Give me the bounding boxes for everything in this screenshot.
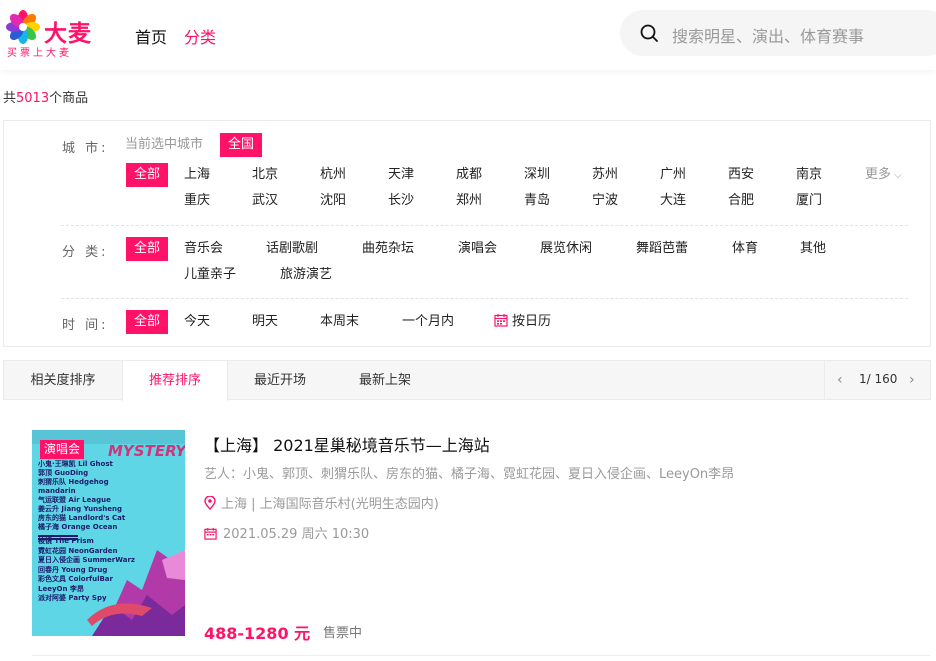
item-price: 488-1280 元 — [204, 624, 311, 643]
item-artists: 艺人：小鬼、郭顶、刺猬乐队、房东的猫、橘子海、霓虹花园、夏日入侵企画、LeeyO… — [204, 467, 735, 482]
tab-recent-start[interactable]: 最近开场 — [228, 361, 332, 400]
logo[interactable]: 大麦 买票上大麦 — [6, 10, 96, 59]
next-page-icon[interactable]: › — [909, 372, 923, 388]
city-option[interactable]: 沈阳 — [320, 189, 346, 213]
calendar-option[interactable]: 按日历 — [494, 310, 551, 334]
count-prefix: 共 — [3, 91, 17, 106]
date-text: 2021.05.29 周六 10:30 — [223, 527, 370, 542]
pager: ‹ 1/ 160 › — [824, 361, 931, 400]
category-option[interactable]: 其他 — [800, 237, 826, 261]
category-option[interactable]: 体育 — [732, 237, 758, 261]
category-label: 分 类: — [62, 245, 109, 260]
city-option[interactable]: 长沙 — [388, 189, 414, 213]
location-pin-icon — [204, 495, 216, 511]
category-option[interactable]: 展览休闲 — [540, 237, 592, 261]
nav-category[interactable]: 分类 — [184, 24, 216, 48]
tab-relevance[interactable]: 相关度排序 — [4, 361, 122, 400]
city-option[interactable]: 苏州 — [592, 163, 618, 187]
divider — [61, 298, 908, 299]
page-indicator: 1/ 160 — [859, 372, 898, 386]
category-option[interactable]: 全部 — [126, 237, 169, 261]
search-input[interactable]: 搜索明星、演出、体育赛事 — [672, 23, 864, 47]
nav-home[interactable]: 首页 — [135, 24, 167, 48]
search-box[interactable]: 搜索明星、演出、体育赛事 — [620, 10, 936, 56]
calendar-icon — [494, 314, 508, 327]
poster-mountain-art — [87, 550, 185, 636]
city-option[interactable]: 天津 — [388, 163, 414, 187]
city-option[interactable]: 青岛 — [524, 189, 550, 213]
more-label: 更多 — [865, 167, 892, 182]
time-option[interactable]: 全部 — [126, 310, 169, 334]
category-option[interactable]: 旅游演艺 — [280, 263, 332, 287]
category-option[interactable]: 演唱会 — [458, 237, 497, 261]
logo-brand: 大麦 — [44, 21, 92, 47]
logo-flower-icon — [6, 10, 40, 44]
time-option[interactable]: 一个月内 — [402, 310, 454, 334]
category-option[interactable]: 音乐会 — [184, 237, 223, 261]
category-option[interactable]: 曲苑杂坛 — [362, 237, 414, 261]
city-option[interactable]: 全部 — [126, 163, 169, 187]
search-icon — [640, 24, 658, 42]
city-option[interactable]: 成都 — [456, 163, 482, 187]
count-suffix: 个商品 — [49, 91, 89, 106]
logo-slogan: 买票上大麦 — [7, 48, 72, 59]
category-option[interactable]: 儿童亲子 — [184, 263, 236, 287]
city-option[interactable]: 大连 — [660, 189, 686, 213]
city-option[interactable]: 北京 — [252, 163, 278, 187]
city-option[interactable]: 重庆 — [184, 189, 210, 213]
city-option[interactable]: 杭州 — [320, 163, 346, 187]
tab-recommended[interactable]: 推荐排序 — [122, 361, 228, 401]
venue-text: 上海 | 上海国际音乐村(光明生态园内) — [221, 497, 439, 512]
item-title[interactable]: 【上海】 2021星巢秘境音乐节—上海站 — [204, 432, 490, 456]
count-number: 5013 — [16, 91, 50, 106]
time-option[interactable]: 明天 — [252, 310, 278, 334]
item-date: 2021.05.29 周六 10:30 — [204, 523, 369, 542]
city-option[interactable]: 郑州 — [456, 189, 482, 213]
calendar-label: 按日历 — [512, 314, 552, 329]
city-option[interactable]: 深圳 — [524, 163, 550, 187]
city-option[interactable]: 武汉 — [252, 189, 278, 213]
divider — [61, 225, 908, 226]
time-label: 时 间: — [62, 318, 109, 333]
city-option[interactable]: 西安 — [728, 163, 754, 187]
item-poster[interactable]: MYSTERY 小鬼·王琳凯 Lil Ghost 郭顶 GuoDing 刺猬乐队… — [32, 430, 185, 636]
site-header: 大麦 买票上大麦 首页 分类 搜索明星、演出、体育赛事 — [0, 0, 936, 70]
prev-page-icon[interactable]: ‹ — [837, 372, 851, 388]
filter-panel: 城 市: 当前选中城市 全国 全部 上海 北京 杭州 天津 成都 深圳 苏州 广… — [3, 120, 931, 347]
time-option[interactable]: 本周末 — [320, 310, 359, 334]
city-more-button[interactable]: 更多 ⌵ — [865, 163, 902, 188]
item-divider — [32, 655, 930, 656]
city-hint: 当前选中城市 — [125, 137, 204, 152]
item-venue: 上海 | 上海国际音乐村(光明生态园内) — [204, 493, 439, 512]
city-option[interactable]: 广州 — [660, 163, 686, 187]
city-option[interactable]: 宁波 — [592, 189, 618, 213]
sort-bar: 相关度排序 推荐排序 最近开场 最新上架 ‹ 1/ 160 › — [3, 360, 931, 401]
city-option[interactable]: 南京 — [796, 163, 822, 187]
calendar-icon — [204, 527, 217, 540]
category-option[interactable]: 话剧歌剧 — [266, 237, 318, 261]
city-option[interactable]: 厦门 — [796, 189, 822, 213]
city-current[interactable]: 全国 — [220, 133, 263, 157]
city-label: 城 市: — [62, 141, 109, 156]
result-count: 共5013个商品 — [3, 87, 88, 106]
city-option[interactable]: 合肥 — [728, 189, 754, 213]
item-status: 售票中 — [323, 626, 363, 641]
city-option[interactable]: 上海 — [184, 163, 210, 187]
category-option[interactable]: 舞蹈芭蕾 — [636, 237, 688, 261]
tab-newest[interactable]: 最新上架 — [332, 361, 438, 400]
chevron-down-icon: ⌵ — [891, 170, 902, 181]
category-badge: 演唱会 — [40, 440, 85, 459]
time-option[interactable]: 今天 — [184, 310, 210, 334]
